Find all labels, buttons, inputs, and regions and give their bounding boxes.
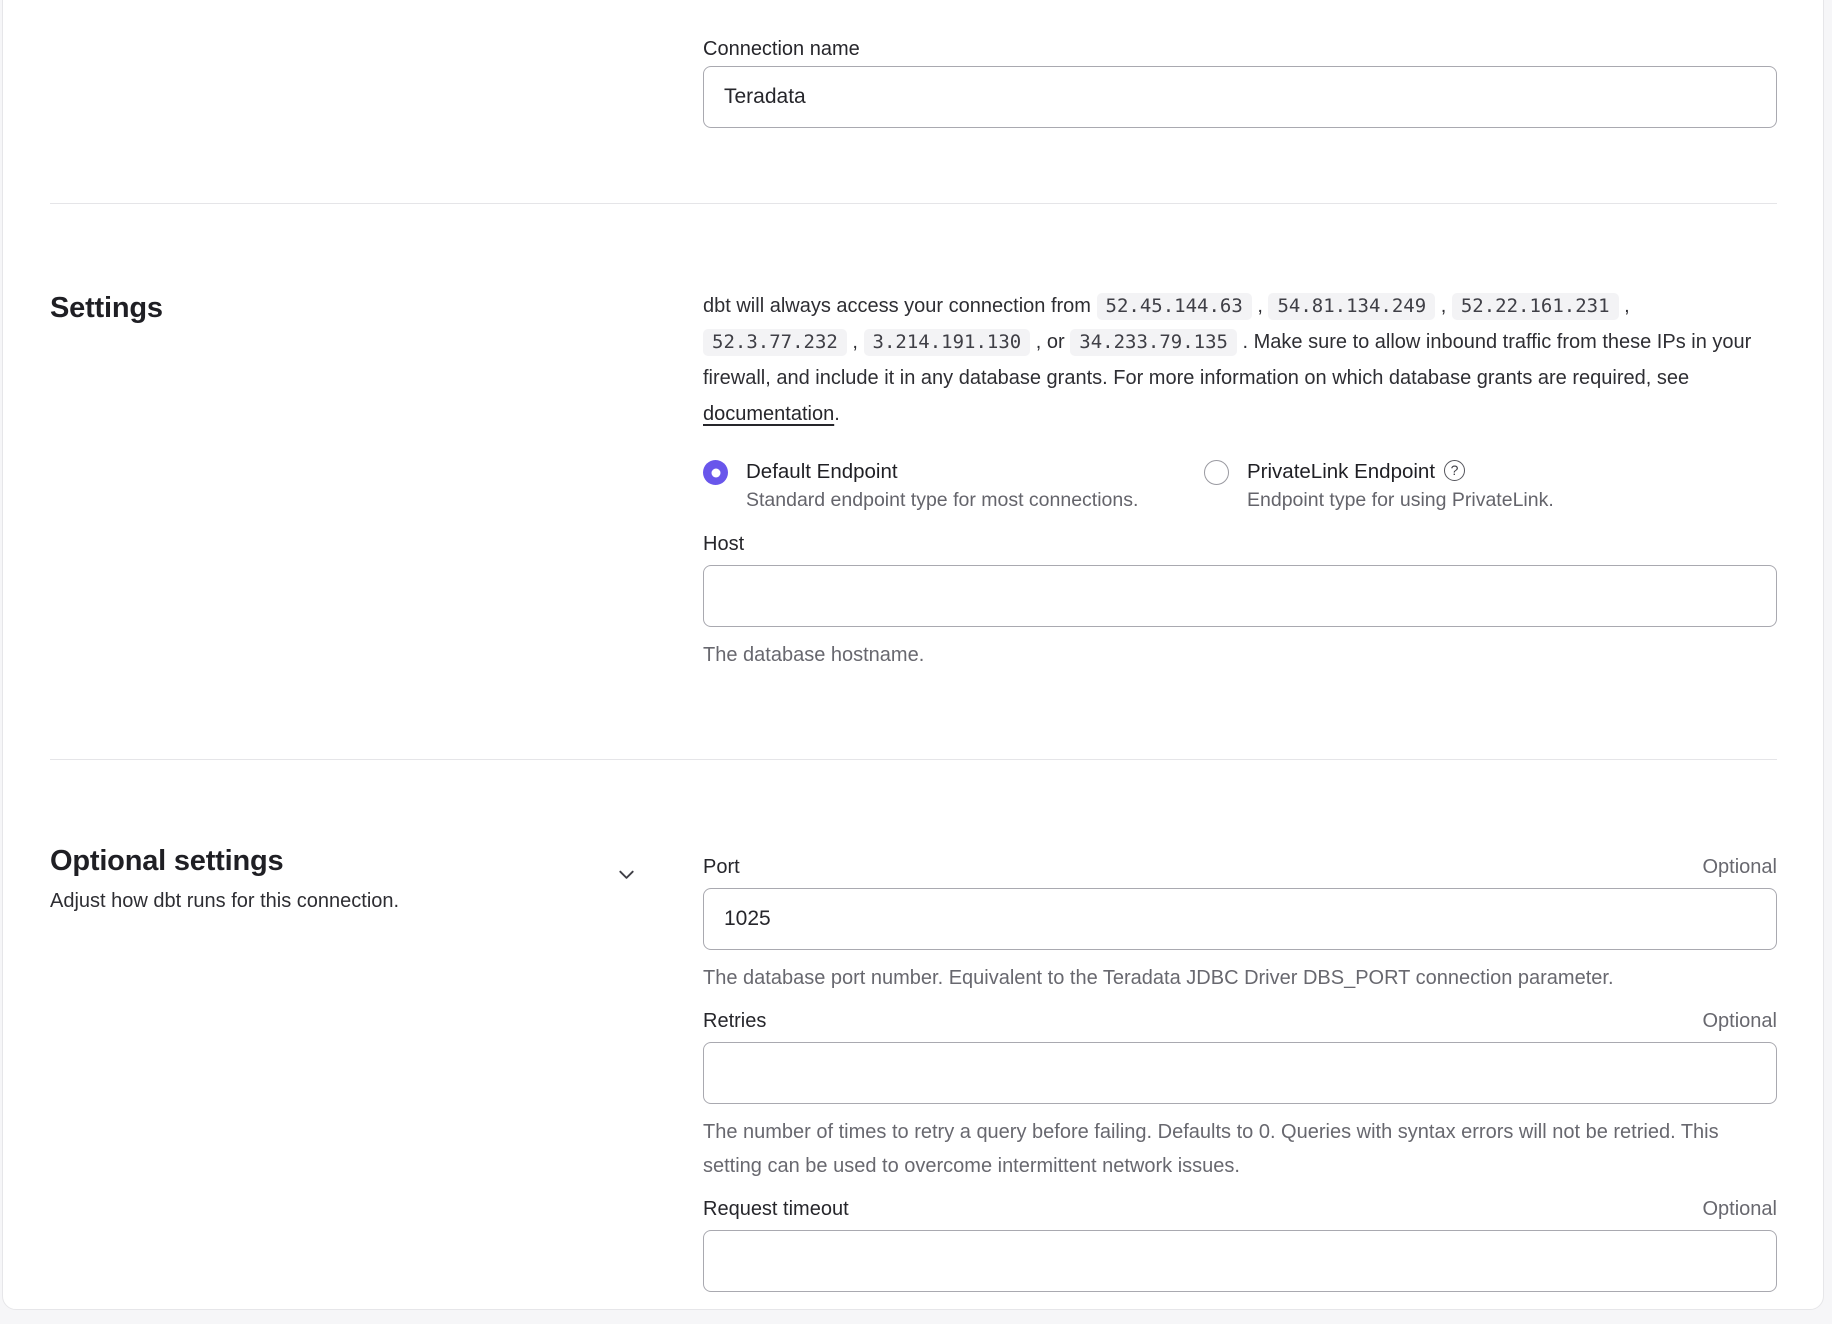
endpoint-option-default-label: Default Endpoint xyxy=(746,458,1138,486)
connection-name-label: Connection name xyxy=(703,37,1777,61)
ip-address-chip: 54.81.134.249 xyxy=(1268,293,1435,320)
endpoint-option-default[interactable]: Default Endpoint Standard endpoint type … xyxy=(703,458,1204,514)
endpoint-option-privatelink-description: Endpoint type for using PrivateLink. xyxy=(1247,486,1554,514)
radio-selected-icon[interactable] xyxy=(703,460,728,485)
endpoint-type-radio-group: Default Endpoint Standard endpoint type … xyxy=(703,458,1777,514)
host-helper-text: The database hostname. xyxy=(703,638,1777,672)
collapse-section-button[interactable] xyxy=(609,857,644,892)
optional-badge: Optional xyxy=(1703,1009,1778,1033)
settings-heading: Settings xyxy=(50,290,163,686)
endpoint-option-privatelink-label-text: PrivateLink Endpoint xyxy=(1247,460,1435,483)
retries-input[interactable] xyxy=(703,1042,1777,1104)
connection-settings-card: Connection name Settings dbt will always… xyxy=(2,0,1824,1310)
ip-address-chip: 52.22.161.231 xyxy=(1452,293,1619,320)
ip-address-chip: 34.233.79.135 xyxy=(1070,329,1237,356)
port-field: Port Optional The database port number. … xyxy=(703,855,1777,995)
retries-helper-text: The number of times to retry a query bef… xyxy=(703,1115,1777,1183)
host-field: Host The database hostname. xyxy=(703,532,1777,672)
ip-address-chip: 3.214.191.130 xyxy=(864,329,1031,356)
ip-address-chip: 52.3.77.232 xyxy=(703,329,847,356)
retries-label: Retries xyxy=(703,1009,766,1033)
host-input[interactable] xyxy=(703,565,1777,627)
chevron-down-icon xyxy=(613,876,640,891)
settings-section: Settings dbt will always access your con… xyxy=(3,204,1823,759)
endpoint-option-privatelink-label: PrivateLink Endpoint? xyxy=(1247,458,1554,486)
documentation-link[interactable]: documentation xyxy=(703,403,834,425)
retries-field: Retries Optional The number of times to … xyxy=(703,1009,1777,1183)
port-helper-text: The database port number. Equivalent to … xyxy=(703,961,1777,995)
connection-name-input[interactable] xyxy=(703,66,1777,128)
radio-unselected-icon[interactable] xyxy=(1204,460,1229,485)
request-timeout-input[interactable] xyxy=(703,1230,1777,1292)
endpoint-option-default-description: Standard endpoint type for most connecti… xyxy=(746,486,1138,514)
request-timeout-label: Request timeout xyxy=(703,1197,849,1221)
optional-badge: Optional xyxy=(1703,1197,1778,1221)
ip-address-chip: 52.45.144.63 xyxy=(1097,293,1252,320)
optional-settings-heading: Optional settings xyxy=(50,843,399,879)
request-timeout-field: Request timeout Optional The timeout for… xyxy=(703,1197,1777,1310)
endpoint-option-privatelink[interactable]: PrivateLink Endpoint? Endpoint type for … xyxy=(1204,458,1554,514)
optional-settings-subtitle: Adjust how dbt runs for this connection. xyxy=(50,886,399,916)
optional-badge: Optional xyxy=(1703,855,1778,879)
host-label: Host xyxy=(703,532,1777,556)
help-icon[interactable]: ? xyxy=(1444,460,1465,481)
ip-allowlist-notice: dbt will always access your connection f… xyxy=(703,288,1777,432)
port-label: Port xyxy=(703,855,740,879)
connection-name-section: Connection name xyxy=(3,1,1823,203)
optional-settings-section: Optional settings Adjust how dbt runs fo… xyxy=(3,760,1823,1310)
request-timeout-helper-text: The timeout for executing each SQL reque… xyxy=(703,1303,1777,1310)
port-input[interactable] xyxy=(703,888,1777,950)
